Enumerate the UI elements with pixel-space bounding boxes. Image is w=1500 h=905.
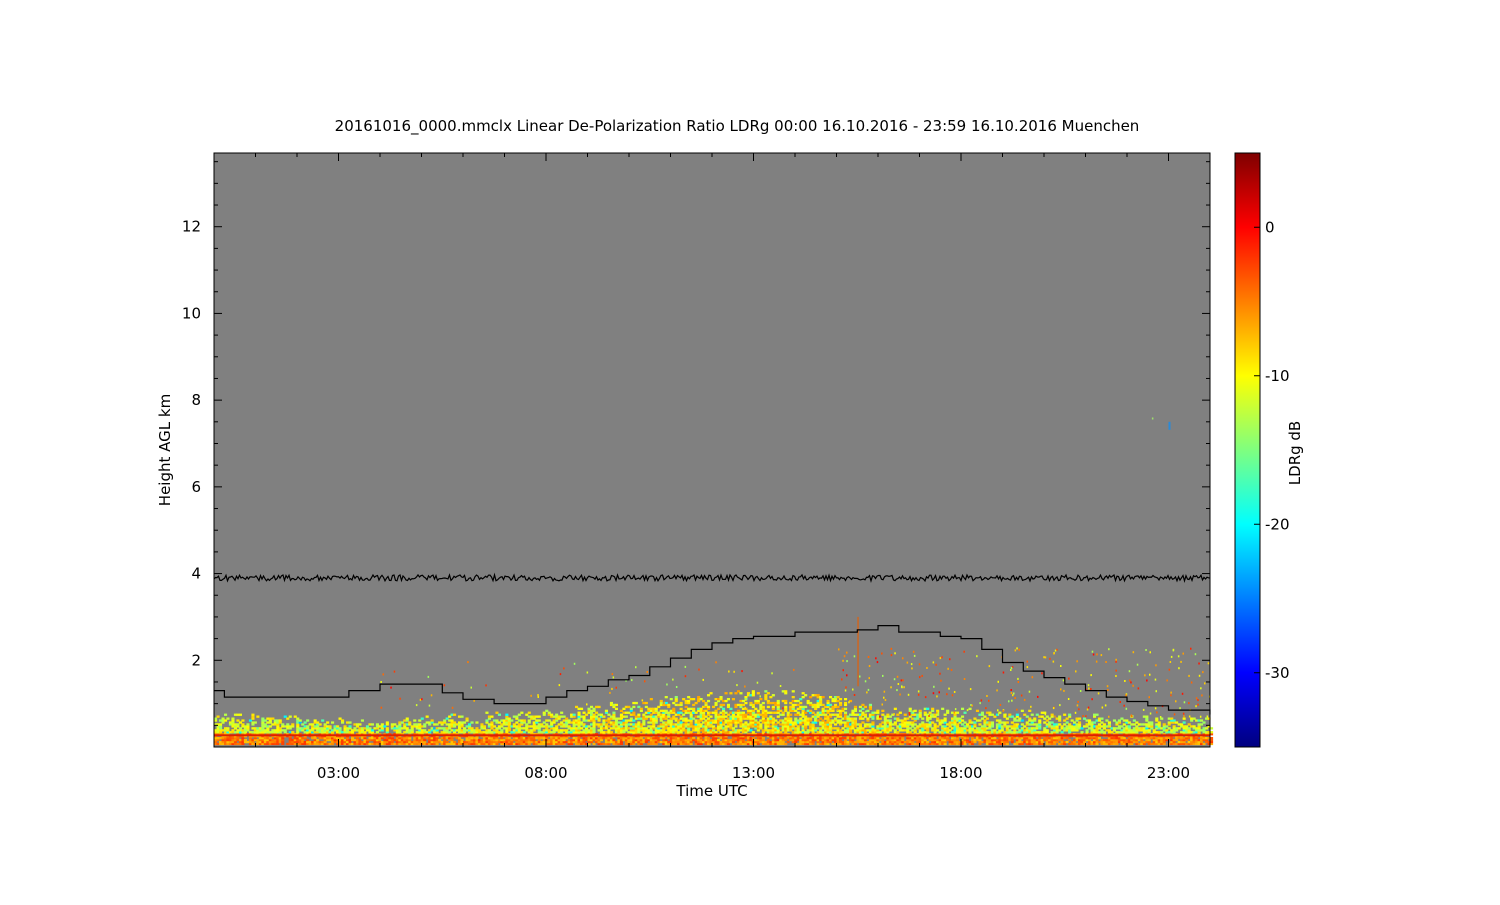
y-tick-label: 4 — [191, 565, 201, 583]
plot-area — [214, 153, 1213, 747]
isolated-echo — [1169, 422, 1171, 430]
colorbar: 0 -10 -20 -30 LDRg dB — [1235, 153, 1304, 747]
y-axis-label: Height AGL km — [156, 394, 174, 506]
colorbar-gradient — [1235, 153, 1260, 747]
colorbar-tick-label: -20 — [1265, 515, 1290, 533]
colorbar-tick-label: -10 — [1265, 367, 1290, 385]
chart-container: 20161016_0000.mmclx Linear De-Polarizati… — [0, 0, 1500, 900]
x-tick-label: 18:00 — [939, 764, 982, 782]
vertical-streak — [857, 617, 859, 686]
chart-svg: 20161016_0000.mmclx Linear De-Polarizati… — [0, 0, 1500, 900]
colorbar-tick-label: 0 — [1265, 218, 1275, 236]
clutter-line — [214, 734, 1210, 736]
x-tick-label: 23:00 — [1147, 764, 1190, 782]
y-tick-label: 8 — [191, 391, 201, 409]
x-tick-label: 03:00 — [317, 764, 360, 782]
x-tick-label: 13:00 — [732, 764, 775, 782]
y-tick-label: 2 — [191, 651, 201, 669]
chart-title: 20161016_0000.mmclx Linear De-Polarizati… — [335, 117, 1140, 136]
colorbar-tick-label: -30 — [1265, 664, 1290, 682]
colorbar-label: LDRg dB — [1286, 421, 1304, 485]
y-tick-label: 12 — [182, 218, 201, 236]
y-tick-label: 6 — [191, 478, 201, 496]
x-tick-label: 08:00 — [524, 764, 567, 782]
plot-background — [214, 153, 1210, 747]
y-tick-label: 10 — [182, 304, 201, 322]
x-axis-label: Time UTC — [675, 782, 747, 800]
